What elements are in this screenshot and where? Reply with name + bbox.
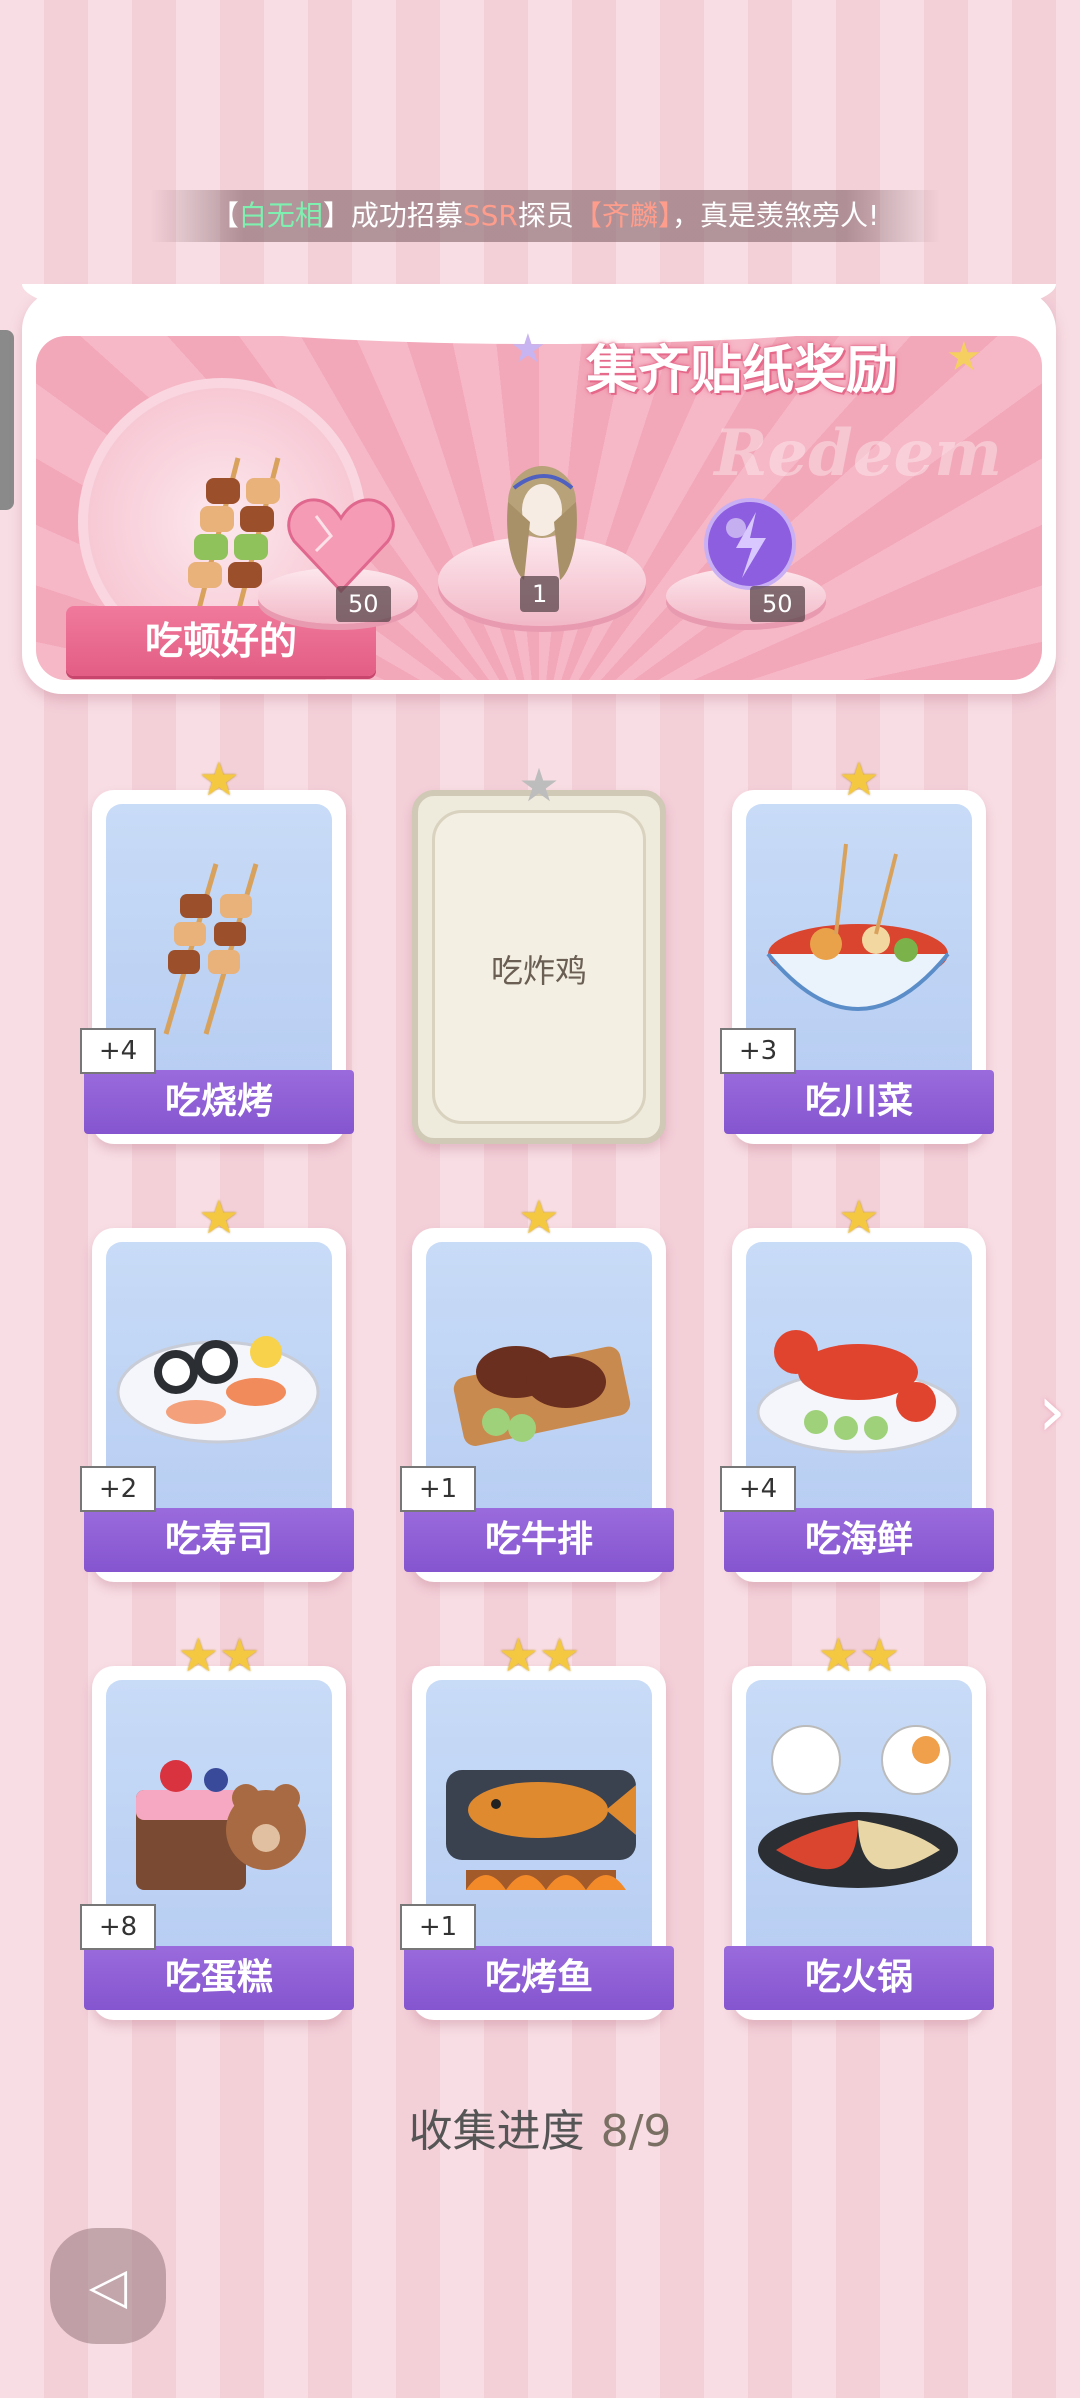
star-icon: ★: [838, 1190, 880, 1244]
star-icon: ★: [838, 752, 880, 806]
reward-count: 50: [750, 586, 805, 622]
star-rating: ★: [92, 754, 346, 804]
star-icon: ★: [859, 1628, 901, 1682]
reward-title: 集齐贴纸奖励: [586, 341, 899, 401]
announcement-ticker: 【白无相】成功招募SSR探员【齐麟】，真是羡煞旁人!: [150, 190, 940, 242]
star-rating: ★★: [92, 1630, 346, 1680]
star-icon: ★: [497, 1628, 539, 1682]
star-decoration-icon: ★: [946, 334, 982, 380]
star-icon: ★: [177, 1628, 219, 1682]
star-rating: ★★: [732, 1630, 986, 1680]
star-rating: ★: [732, 754, 986, 804]
sticker-label: 吃烤鱼: [404, 1946, 674, 2010]
star-icon: ★: [518, 758, 560, 812]
star-rating: ★: [732, 1192, 986, 1242]
sticker-label: 吃寿司: [84, 1508, 354, 1572]
redeem-watermark: Redeem: [714, 416, 1002, 491]
back-arrow-icon: ◁: [88, 2257, 128, 2315]
ticker-rarity: SSR: [462, 199, 518, 232]
sticker-label: 吃川菜: [724, 1070, 994, 1134]
reward-count: 1: [520, 576, 560, 612]
bonus-tag: +4: [720, 1466, 796, 1512]
ticker-text: ，真是羡煞旁人!: [671, 199, 880, 232]
star-icon: ★: [518, 1190, 560, 1244]
bonus-tag: +4: [80, 1028, 156, 1074]
ticker-agent-name: 齐麟: [601, 199, 658, 232]
hairstyle-icon: [507, 466, 577, 580]
energy-orb-icon: [704, 498, 796, 590]
progress-label: 收集进度: [408, 2106, 585, 2157]
sticker-label: 吃牛排: [404, 1508, 674, 1572]
side-drawer-handle[interactable]: [0, 330, 14, 510]
star-icon: ★: [219, 1628, 261, 1682]
star-icon: ★: [817, 1628, 859, 1682]
sticker-label: 吃火锅: [724, 1946, 994, 2010]
sticker-card[interactable]: ★ 吃寿司 +2: [80, 1192, 354, 1582]
heart-gem-icon: [287, 498, 395, 594]
sticker-card[interactable]: ★ 吃炸鸡: [412, 760, 666, 1144]
back-button[interactable]: ◁: [50, 2228, 166, 2344]
ticker-text: 探员: [517, 199, 574, 232]
ticker-text: 】成功招募: [322, 199, 463, 232]
star-rating: ★: [418, 760, 660, 810]
star-decoration-icon: ★: [510, 326, 546, 372]
sticker-label: 吃海鲜: [724, 1508, 994, 1572]
sticker-label: 吃烧烤: [84, 1070, 354, 1134]
bonus-tag: +8: [80, 1904, 156, 1950]
ticker-bracket: 【: [210, 199, 239, 232]
bonus-tag: +1: [400, 1466, 476, 1512]
star-rating: ★★: [412, 1630, 666, 1680]
sticker-label: 吃蛋糕: [84, 1946, 354, 2010]
progress-value: 8/9: [600, 2106, 672, 2157]
star-icon: ★: [198, 1190, 240, 1244]
bonus-tag: +2: [80, 1466, 156, 1512]
sticker-card[interactable]: ★ 吃海鲜 +4: [720, 1192, 994, 1582]
hotpot-icon: [746, 1680, 972, 1970]
bonus-tag: +1: [400, 1904, 476, 1950]
ticker-player-name: 白无相: [238, 199, 323, 232]
sticker-card[interactable]: ★ 吃烧烤 +4: [80, 754, 354, 1144]
collection-reward-panel: Redeem 吃顿好的 50 1 50 ★ 集齐贴纸奖励 ★: [22, 284, 1056, 694]
sticker-label: 吃炸鸡: [490, 952, 587, 990]
sticker-card[interactable]: ★★ 吃火锅: [724, 1630, 994, 2020]
bonus-tag: +3: [720, 1028, 796, 1074]
ticker-bracket: 】: [657, 199, 672, 232]
star-rating: ★: [412, 1192, 666, 1242]
chevron-right-icon[interactable]: ›: [1038, 1370, 1066, 1452]
sticker-card[interactable]: ★★ 吃蛋糕 +8: [80, 1630, 354, 2020]
sticker-card[interactable]: ★★ 吃烤鱼 +1: [400, 1630, 674, 2020]
sticker-card[interactable]: ★ 吃川菜 +3: [720, 754, 994, 1144]
star-icon: ★: [539, 1628, 581, 1682]
sticker-card[interactable]: ★ 吃牛排 +1: [400, 1192, 674, 1582]
star-icon: ★: [198, 752, 240, 806]
ticker-bracket: 【: [573, 199, 602, 232]
star-rating: ★: [92, 1192, 346, 1242]
reward-count: 50: [336, 586, 391, 622]
collection-progress: 收集进度 8/9: [0, 2095, 1080, 2159]
